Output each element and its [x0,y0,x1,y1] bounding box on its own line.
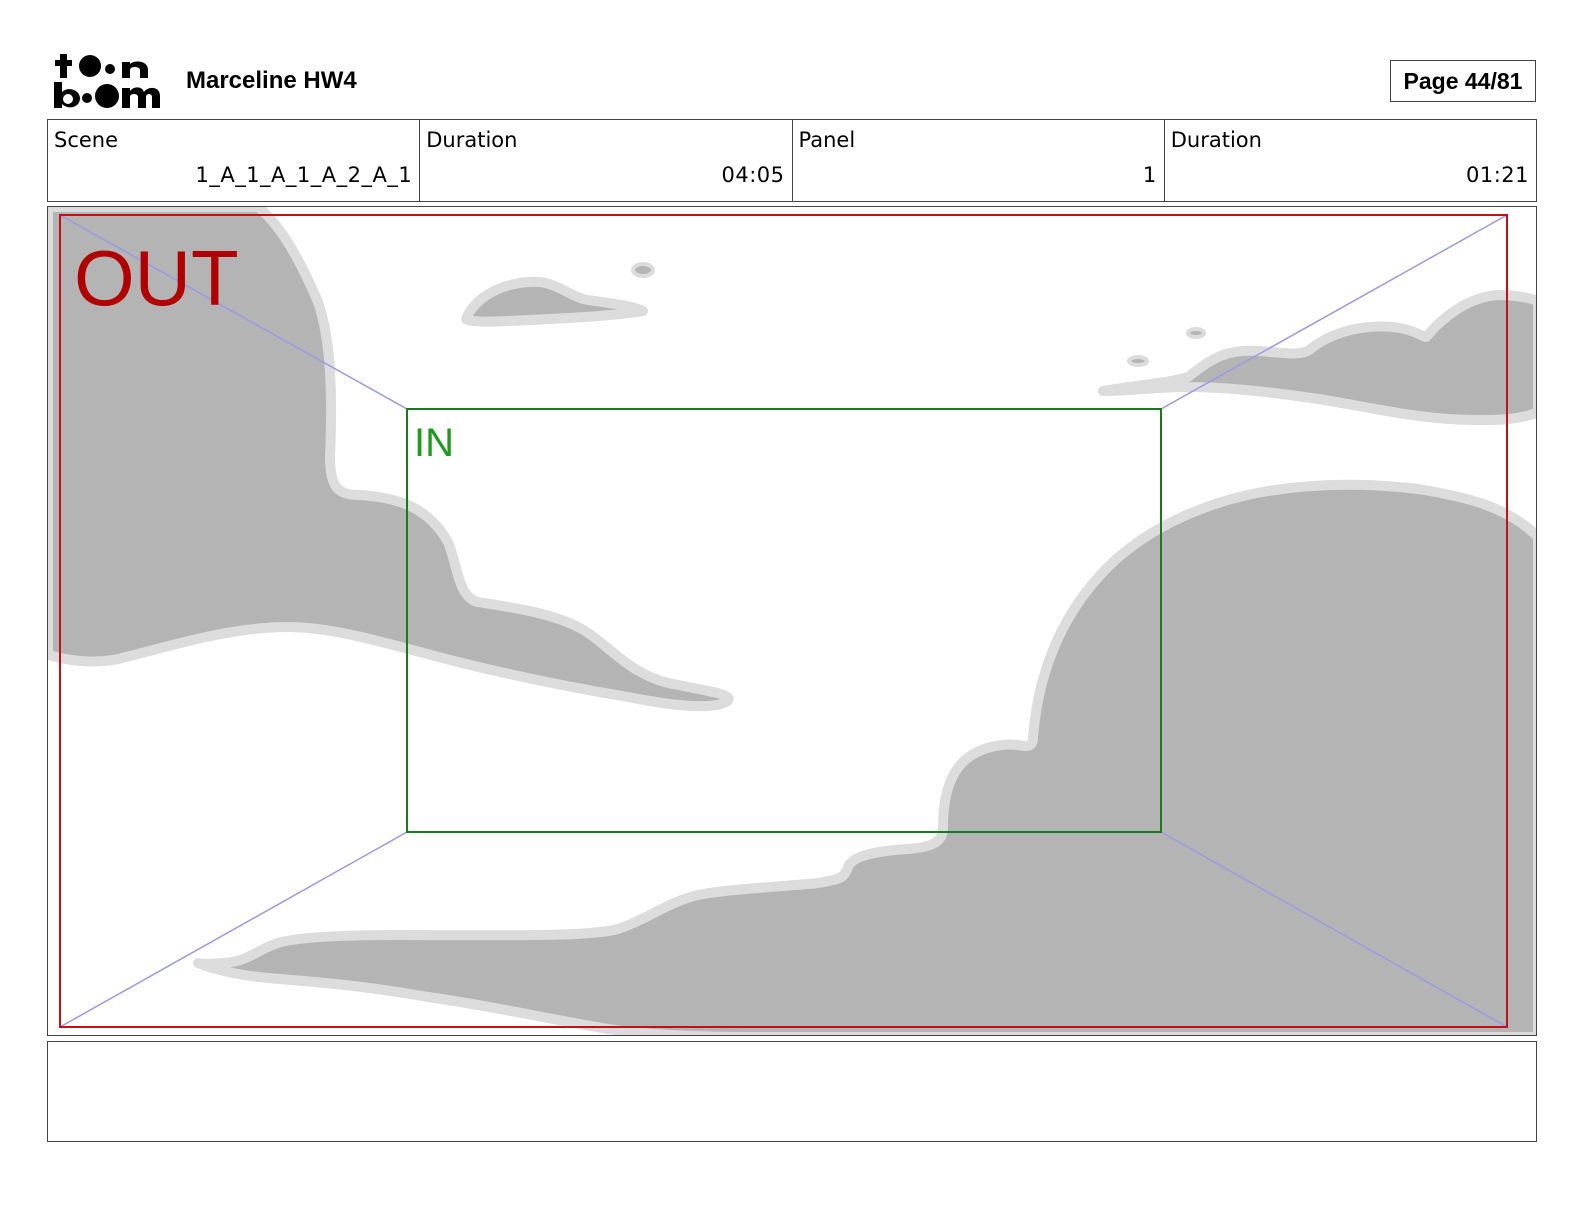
scene-duration-label: Duration [426,128,518,152]
scene-duration-value: 04:05 [721,163,785,187]
panel-drawing [48,207,1536,1035]
scene-cell: Scene 1_A_1_A_1_A_2_A_1 [48,120,419,201]
out-frame-label: OUT [74,234,239,322]
panel-notes-box [47,1041,1537,1142]
panel-duration-value: 01:21 [1465,163,1529,187]
scene-duration-cell: Duration 04:05 [419,120,791,201]
storyboard-panel: OUT IN [47,206,1537,1036]
cloud-top-right [1098,290,1536,426]
scene-value: 1_A_1_A_1_A_2_A_1 [195,163,413,187]
document-title: Marceline HW4 [186,67,357,94]
cloud-speck-2 [1186,327,1206,339]
cloud-shapes [48,207,1536,1035]
panel-duration-label: Duration [1170,128,1262,152]
scene-label: Scene [54,128,119,152]
cloud-speck-3 [1127,355,1149,367]
scene-info-table: Scene 1_A_1_A_1_A_2_A_1 Duration 04:05 P… [47,119,1537,202]
panel-label: Panel [798,128,856,152]
page-indicator: Page 44/81 [1390,60,1536,102]
panel-value: 1 [1142,163,1157,187]
cloud-speck-1 [631,262,655,278]
toonboom-logo [52,50,164,112]
panel-cell: Panel 1 [791,120,1164,201]
guide-line-bottom-left [59,831,408,1028]
in-frame-label: IN [414,421,454,465]
panel-duration-cell: Duration 01:21 [1163,120,1536,201]
cloud-small-top [461,276,648,327]
